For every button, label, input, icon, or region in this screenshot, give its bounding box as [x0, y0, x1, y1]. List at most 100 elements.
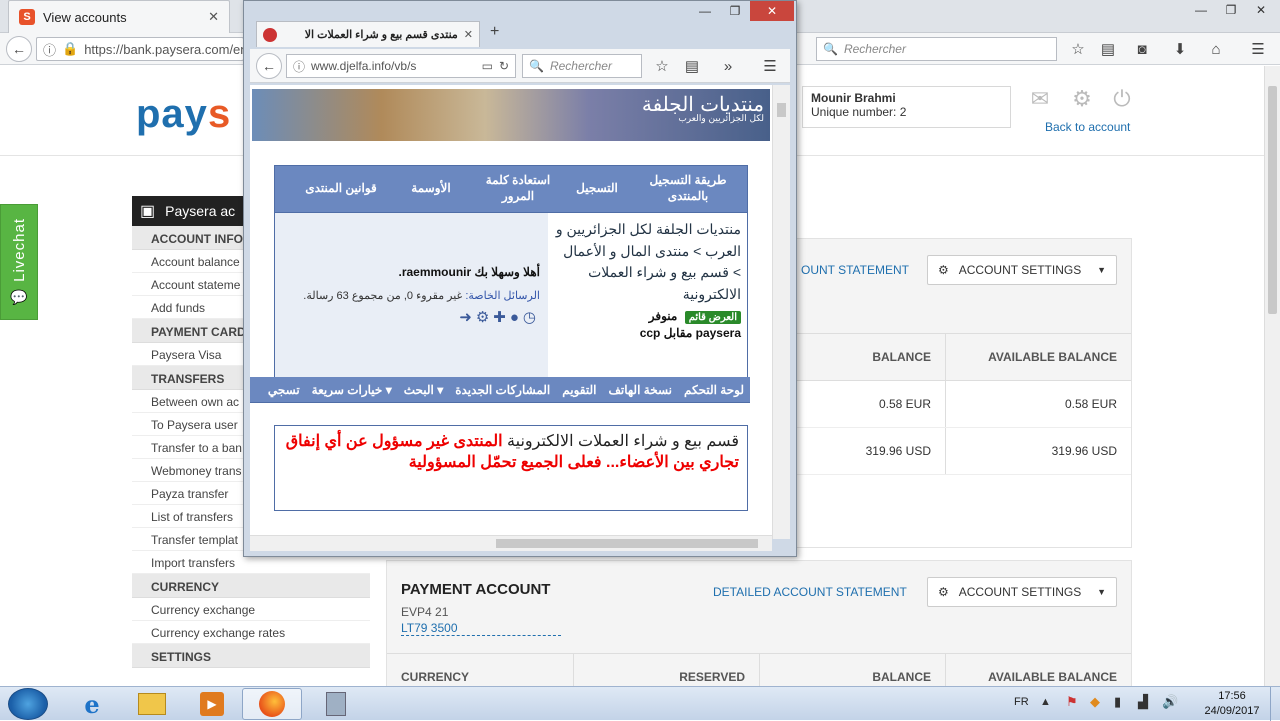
minimize-icon[interactable]: — [690, 1, 720, 21]
security-icon[interactable]: ◆ [1090, 694, 1100, 710]
battery-icon[interactable]: ▮ [1114, 694, 1121, 710]
menu-search[interactable]: البحث ▾ [398, 383, 450, 397]
download-icon[interactable]: ⬇ [1170, 39, 1190, 59]
start-button-icon[interactable] [8, 688, 48, 720]
gear-icon: ⚙ [938, 585, 949, 599]
lock-icon: 🔒 [62, 41, 79, 56]
add-user-icon[interactable]: ✚ [493, 309, 510, 326]
nav-registration-guide[interactable]: طريقة التسجيل بالمنتدى [629, 166, 747, 212]
account-settings-label: ACCOUNT SETTINGS [958, 263, 1082, 277]
account-settings-button[interactable]: ⚙ ACCOUNT SETTINGS ▼ [927, 255, 1117, 285]
volume-icon[interactable]: 🔊 [1162, 694, 1178, 710]
home-icon[interactable]: ⌂ [1206, 39, 1226, 59]
account-settings-label: ACCOUNT SETTINGS [958, 585, 1082, 599]
pm-label[interactable]: الرسائل الخاصة: [465, 290, 540, 302]
show-hidden-icons-icon[interactable]: ▲ [1040, 696, 1051, 708]
logo-accent: s [207, 92, 232, 136]
gear-icon[interactable]: ⚙ [1068, 86, 1096, 112]
forum-disclaimer: قسم بيع و شراء العملات الالكترونية المنت… [274, 425, 748, 511]
nav-register[interactable]: التسجيل [565, 166, 629, 212]
menu-logout[interactable]: تسجي [262, 383, 306, 397]
popup-horizontal-scrollbar[interactable] [250, 535, 772, 551]
menu-new-posts[interactable]: المشاركات الجديدة [449, 383, 556, 397]
tab-view-accounts[interactable]: S View accounts ✕ [8, 0, 230, 33]
close-tab-icon[interactable]: ✕ [208, 9, 219, 25]
close-tab-icon[interactable]: ✕ [464, 28, 473, 41]
forum-logo[interactable]: منتديات الجلفة لكل الجزائريين والعرب [642, 93, 764, 125]
pocket-icon[interactable]: ◙ [1132, 39, 1152, 59]
language-indicator[interactable]: FR [1014, 696, 1029, 708]
restore-icon[interactable]: ❐ [1216, 0, 1246, 20]
livechat-tab[interactable]: Livechat 💬 [0, 204, 38, 320]
close-window-icon[interactable]: ✕ [750, 1, 794, 21]
menu-control-panel[interactable]: لوحة التحكم [678, 383, 750, 397]
popup-tab[interactable]: منتدى قسم بيع و شراء العملات الا ✕ [256, 21, 480, 47]
reading-list-icon[interactable]: ▤ [682, 56, 702, 76]
reading-list-icon[interactable]: ▤ [1098, 39, 1118, 59]
back-arrow-icon[interactable]: ← [6, 36, 32, 62]
popup-search-input[interactable]: 🔍 Rechercher [522, 54, 642, 78]
info-icon[interactable]: ⓘ [293, 58, 305, 75]
header-available-balance: AVAILABLE BALANCE [945, 334, 1131, 380]
clock-icon[interactable]: ◷ [523, 309, 540, 326]
restore-icon[interactable]: ❐ [720, 1, 750, 21]
sidebar-item[interactable]: Currency exchange [132, 598, 370, 621]
popup-window-controls: — ❐ ✕ [690, 1, 794, 21]
show-desktop-button[interactable] [1270, 687, 1280, 721]
disclaimer-section-name: قسم بيع و شراء العملات الالكترونية [507, 433, 739, 450]
iban-link[interactable]: LT79 3500 [401, 621, 561, 636]
popup-vertical-scrollbar[interactable] [772, 85, 790, 539]
network-icon[interactable]: ▟ [1138, 694, 1148, 710]
detailed-statement-link[interactable]: DETAILED ACCOUNT STATEMENT [713, 585, 907, 599]
scroll-thumb[interactable] [496, 539, 758, 548]
gear-icon[interactable]: ⚙ [476, 309, 493, 326]
paysera-logo[interactable]: pays [136, 92, 231, 137]
sidebar-item[interactable]: Currency exchange rates [132, 621, 370, 644]
search-input[interactable]: 🔍 Rechercher [816, 37, 1057, 61]
power-icon[interactable]: ⏻ [1108, 86, 1136, 112]
menu-quick-options[interactable]: خيارات سريعة ▾ [306, 383, 398, 397]
close-window-icon[interactable]: ✕ [1246, 0, 1276, 20]
forum-page: منتديات الجلفة لكل الجزائريين والعرب طري… [250, 85, 790, 539]
new-tab-icon[interactable]: + [490, 23, 499, 41]
system-clock[interactable]: 17:56 24/09/2017 [1194, 689, 1270, 719]
chat-icon[interactable]: ● [510, 309, 523, 326]
clock-date: 24/09/2017 [1204, 705, 1260, 717]
mail-icon[interactable]: ✉ [1026, 86, 1054, 112]
scroll-thumb[interactable] [1268, 86, 1277, 314]
menu-mobile-version[interactable]: نسخة الهاتف [602, 383, 678, 397]
overflow-chevron-icon[interactable]: » [718, 56, 738, 76]
action-center-icon[interactable]: ⚑ [1066, 694, 1078, 710]
back-to-account-link[interactable]: Back to account [1045, 120, 1130, 134]
back-arrow-icon[interactable]: ← [256, 53, 282, 79]
menu-calendar[interactable]: التقويم [556, 383, 602, 397]
nav-forum-rules[interactable]: قوانين المنتدى [291, 166, 391, 212]
media-player-icon[interactable]: ▶ [182, 688, 242, 720]
file-explorer-icon[interactable] [122, 688, 182, 720]
url-bar[interactable]: ⓘ 🔒 https://bank.paysera.com/en [36, 37, 244, 61]
firefox-icon[interactable] [242, 688, 302, 720]
scroll-thumb[interactable] [777, 103, 786, 117]
popup-url-bar[interactable]: ⓘ www.djelfa.info/vb/s ▭ ↻ [286, 54, 516, 78]
popup-window: — ❐ ✕ منتدى قسم بيع و شراء العملات الا ✕… [243, 0, 797, 557]
menu-icon[interactable]: ☰ [760, 56, 780, 76]
reader-view-icon[interactable]: ▭ [482, 59, 493, 73]
bookmark-star-icon[interactable]: ☆ [1068, 39, 1088, 59]
main-scrollbar[interactable] [1264, 66, 1280, 686]
forum-top-nav: طريقة التسجيل بالمنتدى التسجيل استعادة ك… [274, 165, 748, 213]
nav-medals[interactable]: الأوسمة [391, 166, 471, 212]
logout-icon[interactable]: ➜ [459, 309, 476, 326]
account-settings-button[interactable]: ⚙ ACCOUNT SETTINGS ▼ [927, 577, 1117, 607]
reload-icon[interactable]: ↻ [499, 59, 509, 73]
minimize-icon[interactable]: — [1186, 0, 1216, 20]
chevron-down-icon: ▼ [1097, 265, 1106, 275]
forum-info-box: منتديات الجلفة لكل الجزائريين و العرب > … [274, 213, 748, 379]
info-icon[interactable]: ⓘ [43, 40, 56, 59]
internet-explorer-icon[interactable]: e [62, 688, 122, 720]
statement-link[interactable]: OUNT STATEMENT [801, 263, 909, 277]
nav-password-recovery[interactable]: استعادة كلمة المرور [471, 166, 565, 212]
bookmark-star-icon[interactable]: ☆ [652, 56, 672, 76]
breadcrumb-text[interactable]: منتديات الجلفة لكل الجزائريين و العرب > … [554, 219, 741, 306]
menu-icon[interactable]: ☰ [1248, 39, 1268, 59]
calculator-icon[interactable] [306, 688, 366, 720]
